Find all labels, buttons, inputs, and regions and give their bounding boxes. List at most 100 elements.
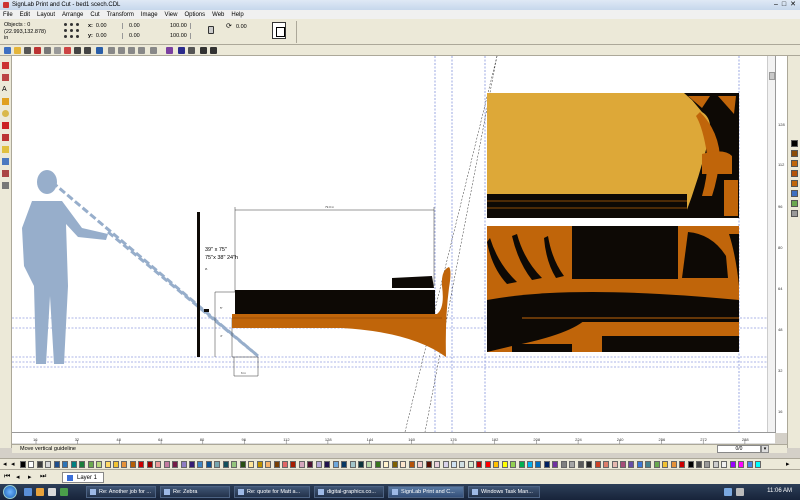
- color-well[interactable]: [791, 140, 798, 147]
- color-swatch[interactable]: [349, 461, 356, 468]
- color-swatch[interactable]: [636, 461, 643, 468]
- color-swatch[interactable]: [577, 461, 584, 468]
- color-swatch[interactable]: [721, 461, 728, 468]
- color-swatch[interactable]: [391, 461, 398, 468]
- open-file-icon[interactable]: [14, 47, 21, 54]
- color-swatch[interactable]: [53, 461, 60, 468]
- node-edit-icon[interactable]: [166, 47, 173, 54]
- color-swatch[interactable]: [374, 461, 381, 468]
- explorer-icon[interactable]: [48, 488, 56, 496]
- color-swatch[interactable]: [383, 461, 390, 468]
- zoom-icon[interactable]: [96, 47, 103, 54]
- effects-tool-icon[interactable]: [2, 158, 9, 165]
- knife-tool-icon[interactable]: [2, 170, 9, 177]
- volume-icon[interactable]: [736, 488, 744, 496]
- color-swatch[interactable]: [163, 461, 170, 468]
- guideline-icon[interactable]: [188, 47, 195, 54]
- browser-icon[interactable]: [36, 488, 44, 496]
- menu-transform[interactable]: Transform: [107, 12, 134, 18]
- maximize-icon[interactable]: □: [782, 1, 786, 9]
- layer-next-icon[interactable]: ▸: [28, 473, 32, 481]
- color-swatch[interactable]: [518, 461, 525, 468]
- palette-scroll-left-fast-icon[interactable]: ◂: [11, 460, 15, 468]
- layer-tab[interactable]: Layer 1: [62, 472, 105, 483]
- eraser-tool-icon[interactable]: [2, 182, 9, 189]
- ungroup-icon[interactable]: [138, 47, 145, 54]
- color-swatch[interactable]: [729, 461, 736, 468]
- color-swatch[interactable]: [569, 461, 576, 468]
- color-swatch[interactable]: [450, 461, 457, 468]
- color-swatch[interactable]: [746, 461, 753, 468]
- color-swatch[interactable]: [611, 461, 618, 468]
- color-well[interactable]: [791, 160, 798, 167]
- color-swatch[interactable]: [265, 461, 272, 468]
- color-swatch[interactable]: [20, 461, 26, 468]
- color-swatch[interactable]: [645, 461, 652, 468]
- color-swatch[interactable]: [755, 461, 762, 468]
- vertical-scrollbar[interactable]: [767, 56, 775, 433]
- color-swatch[interactable]: [70, 461, 77, 468]
- color-swatch[interactable]: [467, 461, 474, 468]
- color-swatch[interactable]: [738, 461, 745, 468]
- color-swatch[interactable]: [501, 461, 508, 468]
- color-swatch[interactable]: [358, 461, 364, 468]
- color-swatch[interactable]: [87, 461, 94, 468]
- menu-layout[interactable]: Layout: [37, 12, 55, 18]
- color-swatch[interactable]: [442, 461, 449, 468]
- color-swatch[interactable]: [248, 461, 255, 468]
- color-swatch[interactable]: [696, 461, 702, 468]
- palette-scroll-right-icon[interactable]: ▸: [786, 460, 790, 468]
- layer-prev-icon[interactable]: ◂: [16, 473, 20, 481]
- menu-help[interactable]: Help: [231, 12, 243, 18]
- color-swatch[interactable]: [214, 461, 221, 468]
- color-swatch[interactable]: [417, 461, 424, 468]
- task-button[interactable]: Re: quote for Matt a...: [234, 486, 310, 498]
- chevron-down-icon[interactable]: ▾: [761, 445, 769, 453]
- color-swatch[interactable]: [653, 461, 660, 468]
- layer-last-icon[interactable]: ⏭: [40, 473, 46, 481]
- cut-icon[interactable]: [44, 47, 51, 54]
- color-swatch[interactable]: [79, 461, 86, 468]
- selection-frame-icon[interactable]: [272, 22, 286, 39]
- color-swatch[interactable]: [434, 461, 441, 468]
- align-icon[interactable]: [108, 47, 115, 54]
- color-swatch[interactable]: [594, 461, 601, 468]
- color-swatch[interactable]: [315, 461, 322, 468]
- print-icon[interactable]: [34, 47, 41, 54]
- color-swatch[interactable]: [704, 461, 711, 468]
- color-swatch[interactable]: [222, 461, 229, 468]
- copy-icon[interactable]: [54, 47, 61, 54]
- color-swatch[interactable]: [560, 461, 567, 468]
- color-swatch[interactable]: [324, 461, 331, 468]
- select-tool-icon[interactable]: [2, 62, 9, 69]
- color-well[interactable]: [791, 190, 798, 197]
- color-swatch[interactable]: [510, 461, 517, 468]
- color-swatch[interactable]: [197, 461, 204, 468]
- y-position-field[interactable]: y: 0.00: [88, 33, 107, 39]
- new-file-icon[interactable]: [4, 47, 11, 54]
- undo-icon[interactable]: [74, 47, 81, 54]
- color-swatch[interactable]: [307, 461, 314, 468]
- menu-arrange[interactable]: Arrange: [62, 12, 83, 18]
- fill-tool-icon[interactable]: [2, 122, 9, 129]
- color-swatch[interactable]: [662, 461, 669, 468]
- save-icon[interactable]: [24, 47, 31, 54]
- task-button-active[interactable]: SignLab Print and C...: [388, 486, 464, 498]
- pen-tool-icon[interactable]: [2, 146, 9, 153]
- paste-icon[interactable]: [64, 47, 71, 54]
- color-swatch[interactable]: [476, 461, 483, 468]
- menu-edit[interactable]: Edit: [20, 12, 30, 18]
- zoom-tool-icon[interactable]: [2, 110, 9, 117]
- color-swatch[interactable]: [112, 461, 119, 468]
- snap-icon[interactable]: [200, 47, 207, 54]
- start-button[interactable]: [3, 485, 17, 499]
- color-swatch[interactable]: [172, 461, 179, 468]
- color-swatch[interactable]: [239, 461, 246, 468]
- redo-icon[interactable]: [84, 47, 91, 54]
- reference-point-grid[interactable]: [64, 23, 80, 39]
- color-swatch[interactable]: [527, 461, 533, 468]
- task-button[interactable]: Windows Task Man...: [468, 486, 540, 498]
- color-swatch[interactable]: [62, 461, 69, 468]
- color-swatch[interactable]: [298, 461, 305, 468]
- task-button[interactable]: digital-graphics.co...: [314, 486, 384, 498]
